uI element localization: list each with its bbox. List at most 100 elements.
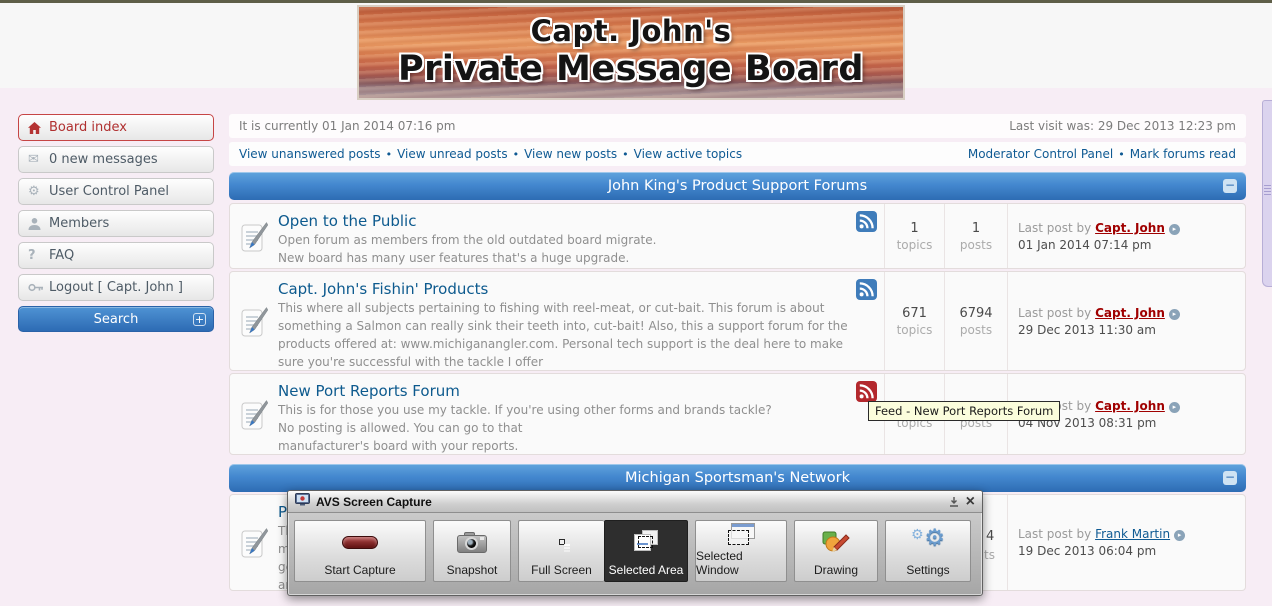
collapse-icon[interactable]: − — [1223, 471, 1237, 485]
link-view-active[interactable]: View active topics — [634, 147, 742, 161]
full-screen-button[interactable]: Full Screen — [518, 520, 604, 582]
sidebar-item-members[interactable]: Members — [18, 210, 214, 237]
sidebar-item-label: Logout [ Capt. John ] — [49, 280, 183, 295]
forum-page-pen-icon — [230, 272, 278, 370]
link-view-unanswered[interactable]: View unanswered posts — [239, 147, 381, 161]
forum-description: This where all subjects pertaining to fi… — [278, 299, 848, 371]
link-view-unread[interactable]: View unread posts — [397, 147, 508, 161]
quick-links-right: Moderator Control Panel•Mark forums read — [968, 147, 1236, 161]
topics-count: 671 — [902, 306, 927, 323]
last-post-date: 29 Dec 2013 11:30 am — [1018, 323, 1235, 337]
last-post-cell: Last post by Capt. John▸ 01 Jan 2014 07:… — [1007, 204, 1245, 268]
selected-window-button[interactable]: Selected Window — [695, 520, 787, 582]
last-post-by-label: Last post by — [1018, 306, 1091, 320]
separator-bullet: • — [622, 148, 629, 161]
forum-title-link[interactable]: Capt. John's Fishin' Products — [278, 280, 488, 298]
sidebar-item-user-control-panel[interactable]: ⚙ User Control Panel — [18, 178, 214, 205]
question-icon: ? — [28, 248, 49, 263]
posts-count: 1 — [972, 221, 980, 238]
separator-bullet: • — [386, 148, 393, 161]
link-moderator-control-panel[interactable]: Moderator Control Panel — [968, 147, 1113, 161]
forum-title-link-fragment[interactable]: P — [278, 503, 287, 521]
search-expand-icon[interactable]: + — [193, 313, 206, 326]
feed-tooltip: Feed - New Port Reports Forum — [868, 401, 1060, 421]
rss-feed-icon-hovered[interactable] — [856, 381, 877, 402]
goto-post-icon[interactable]: ▸ — [1169, 402, 1180, 413]
drawing-palette-icon — [795, 521, 877, 563]
goto-post-icon[interactable]: ▸ — [1169, 224, 1180, 235]
start-capture-button[interactable]: Start Capture — [294, 520, 426, 582]
settings-button[interactable]: ⚙⚙ Settings — [885, 520, 971, 582]
forum-description: Open forum as members from the old outda… — [278, 231, 848, 267]
last-visit-text: Last visit was: 29 Dec 2013 12:23 pm — [1009, 119, 1236, 133]
last-post-user-link[interactable]: Capt. John — [1095, 399, 1165, 413]
posts-label-fragment: ts — [984, 548, 995, 562]
drawing-button[interactable]: Drawing — [794, 520, 878, 582]
pin-icon[interactable] — [948, 496, 960, 508]
sidebar-item-faq[interactable]: ? FAQ — [18, 242, 214, 269]
topics-cell: 1 topics — [884, 204, 944, 268]
last-post-user-link[interactable]: Frank Martin — [1095, 527, 1170, 541]
topics-label: topics — [897, 323, 933, 337]
forum-row-fishin-products: Capt. John's Fishin' Products This where… — [229, 271, 1246, 371]
forum-title-link[interactable]: New Port Reports Forum — [278, 382, 460, 400]
sidebar-item-label: FAQ — [49, 248, 74, 263]
collapse-icon[interactable]: − — [1223, 179, 1237, 193]
section-header-michigan-network[interactable]: Michigan Sportsman's Network − — [229, 464, 1246, 492]
quick-links-left: View unanswered posts • View unread posts •… — [239, 147, 742, 161]
section-header-product-support[interactable]: John King's Product Support Forums − — [229, 172, 1246, 200]
posts-cell: 6794 posts — [944, 272, 1007, 370]
avs-screen-capture-dialog: AVS Screen Capture × Start Capture Snaps… — [287, 490, 983, 596]
topics-label: topics — [897, 238, 933, 252]
search-button[interactable]: Search + — [18, 306, 214, 332]
scrollbar-grip-line — [1264, 185, 1271, 186]
last-post-user-link[interactable]: Capt. John — [1095, 221, 1165, 235]
link-view-new[interactable]: View new posts — [524, 147, 617, 161]
scrollbar-grip-line — [1264, 191, 1271, 192]
sidebar-item-label: Board index — [49, 120, 127, 135]
current-time-text: It is currently 01 Jan 2014 07:16 pm — [239, 119, 455, 133]
gears-icon: ⚙⚙ — [886, 521, 970, 563]
topics-count: 1 — [910, 221, 918, 238]
scrollbar-grip-line — [1264, 188, 1271, 189]
posts-label: posts — [960, 238, 992, 252]
dialog-title: AVS Screen Capture — [316, 495, 942, 509]
sidebar-item-new-messages[interactable]: ✉ 0 new messages — [18, 146, 214, 173]
goto-post-icon[interactable]: ▸ — [1174, 530, 1185, 541]
quick-links-bar: View unanswered posts • View unread posts •… — [229, 142, 1246, 166]
sidebar-item-label: User Control Panel — [49, 184, 169, 199]
posts-cell: 1 posts — [944, 204, 1007, 268]
rss-feed-icon[interactable] — [856, 279, 877, 300]
record-pill-icon — [295, 521, 425, 563]
sidebar-item-label: 0 new messages — [49, 152, 158, 167]
last-post-by-label: Last post by — [1018, 527, 1091, 541]
section-title: Michigan Sportsman's Network — [625, 470, 850, 486]
last-post-user-link[interactable]: Capt. John — [1095, 306, 1165, 320]
forum-title-link[interactable]: Open to the Public — [278, 212, 416, 230]
key-icon — [28, 283, 49, 292]
last-post-date: 19 Dec 2013 06:04 pm — [1018, 544, 1235, 558]
search-button-label: Search — [94, 312, 139, 327]
selected-area-button[interactable]: Selected Area — [604, 520, 688, 582]
separator-bullet: • — [513, 148, 520, 161]
snapshot-button[interactable]: Snapshot — [433, 520, 511, 582]
sidebar-item-logout[interactable]: Logout [ Capt. John ] — [18, 274, 214, 301]
section-title: John King's Product Support Forums — [608, 178, 867, 194]
goto-post-icon[interactable]: ▸ — [1169, 309, 1180, 320]
close-icon[interactable]: × — [966, 495, 975, 509]
full-screen-icon — [519, 521, 604, 563]
site-banner: Capt. John's Private Message Board — [357, 5, 905, 100]
sidebar-item-label: Members — [49, 216, 109, 231]
last-post-date: 01 Jan 2014 07:14 pm — [1018, 238, 1235, 252]
banner-title-line1: Capt. John's — [359, 14, 903, 48]
scrollbar-strip[interactable] — [1262, 100, 1272, 287]
forum-page-pen-icon — [230, 204, 278, 268]
capture-mode-group: Full Screen Selected Area — [518, 520, 688, 582]
dialog-title-bar[interactable]: AVS Screen Capture × — [288, 491, 982, 513]
posts-label: posts — [960, 323, 992, 337]
sidebar-item-board-index[interactable]: Board index — [18, 114, 214, 141]
rss-feed-icon[interactable] — [856, 211, 877, 232]
person-icon — [28, 217, 49, 230]
forum-row-open-to-public: Open to the Public Open forum as members… — [229, 203, 1246, 269]
link-mark-forums-read[interactable]: Mark forums read — [1130, 147, 1236, 161]
